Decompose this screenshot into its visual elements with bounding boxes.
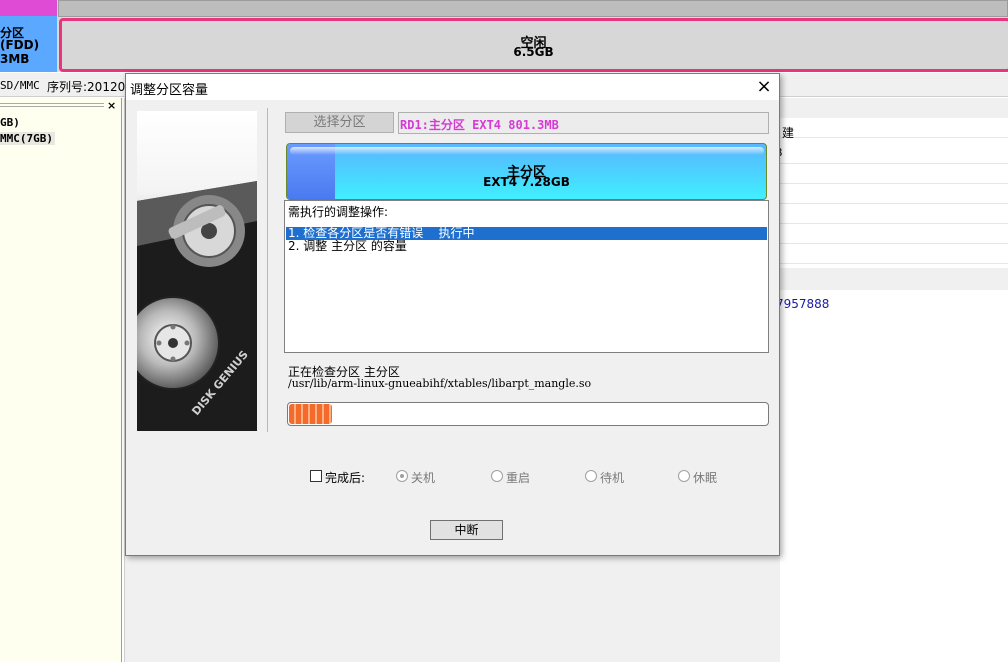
- sector-number: 7957888: [776, 297, 830, 311]
- table-row[interactable]: [780, 164, 1008, 184]
- restart-label: 重启: [506, 471, 531, 485]
- status-path: /usr/lib/arm-linux-gnueabihf/xtables/lib…: [288, 377, 592, 390]
- partition-info-text: RD1:主分区 EXT4 801.3MB: [400, 118, 559, 132]
- disk-serial: 序列号:201209: [47, 80, 133, 94]
- partition-left-size: 3MB: [0, 52, 30, 66]
- disk-tree-panel: [0, 98, 122, 662]
- tree-item[interactable]: GB): [0, 116, 20, 129]
- tree-header-grip: [0, 106, 104, 107]
- progress-fill: [289, 404, 332, 424]
- select-partition-button[interactable]: 选择分区: [285, 112, 394, 133]
- free-space-size: 6.5GB: [513, 45, 554, 59]
- disk-genius-illustration: DISK GENIUS: [137, 111, 257, 431]
- standby-label: 待机: [600, 471, 625, 485]
- shutdown-label: 关机: [411, 471, 436, 485]
- close-icon[interactable]: ×: [752, 76, 776, 98]
- dialog-title: 调整分区容量: [130, 83, 209, 98]
- partition-bar-highlight: [290, 147, 764, 155]
- restart-radio[interactable]: [491, 470, 503, 482]
- table-row[interactable]: [780, 244, 1008, 264]
- dialog-titlebar[interactable]: [126, 74, 779, 100]
- after-completion-checkbox[interactable]: [310, 470, 322, 482]
- hibernate-radio[interactable]: [678, 470, 690, 482]
- dialog-separator: [267, 108, 268, 432]
- tree-close-icon[interactable]: ×: [107, 99, 116, 112]
- operation-item[interactable]: 2. 调整 主分区 的容量: [286, 240, 767, 253]
- hibernate-label: 休眠: [693, 471, 718, 485]
- table-row[interactable]: [780, 144, 1008, 164]
- table-row[interactable]: [780, 204, 1008, 224]
- table-header-row: [780, 118, 1008, 138]
- disk-interface: SD/MMC: [0, 79, 40, 92]
- partition-bar-fs-size: EXT4 7.28GB: [483, 175, 570, 189]
- partition-left-fs: (FDD): [0, 38, 40, 52]
- operations-title: 需执行的调整操作:: [288, 205, 389, 219]
- table-row[interactable]: [780, 184, 1008, 204]
- operations-list[interactable]: [284, 200, 769, 353]
- standby-radio[interactable]: [585, 470, 597, 482]
- tree-header-grip: [0, 103, 104, 104]
- disk-map-header: [58, 0, 1008, 17]
- tree-item-selected[interactable]: MMC(7GB): [0, 132, 55, 145]
- progress-bar: [287, 402, 769, 426]
- detail-panel: [780, 290, 1008, 662]
- shutdown-radio[interactable]: [396, 470, 408, 482]
- abort-button[interactable]: 中断: [430, 520, 503, 540]
- after-completion-label: 完成后:: [325, 471, 366, 485]
- hard-disk-icon: DISK GENIUS: [137, 111, 257, 431]
- table-row[interactable]: [780, 224, 1008, 244]
- table-column-header: 建: [782, 126, 795, 140]
